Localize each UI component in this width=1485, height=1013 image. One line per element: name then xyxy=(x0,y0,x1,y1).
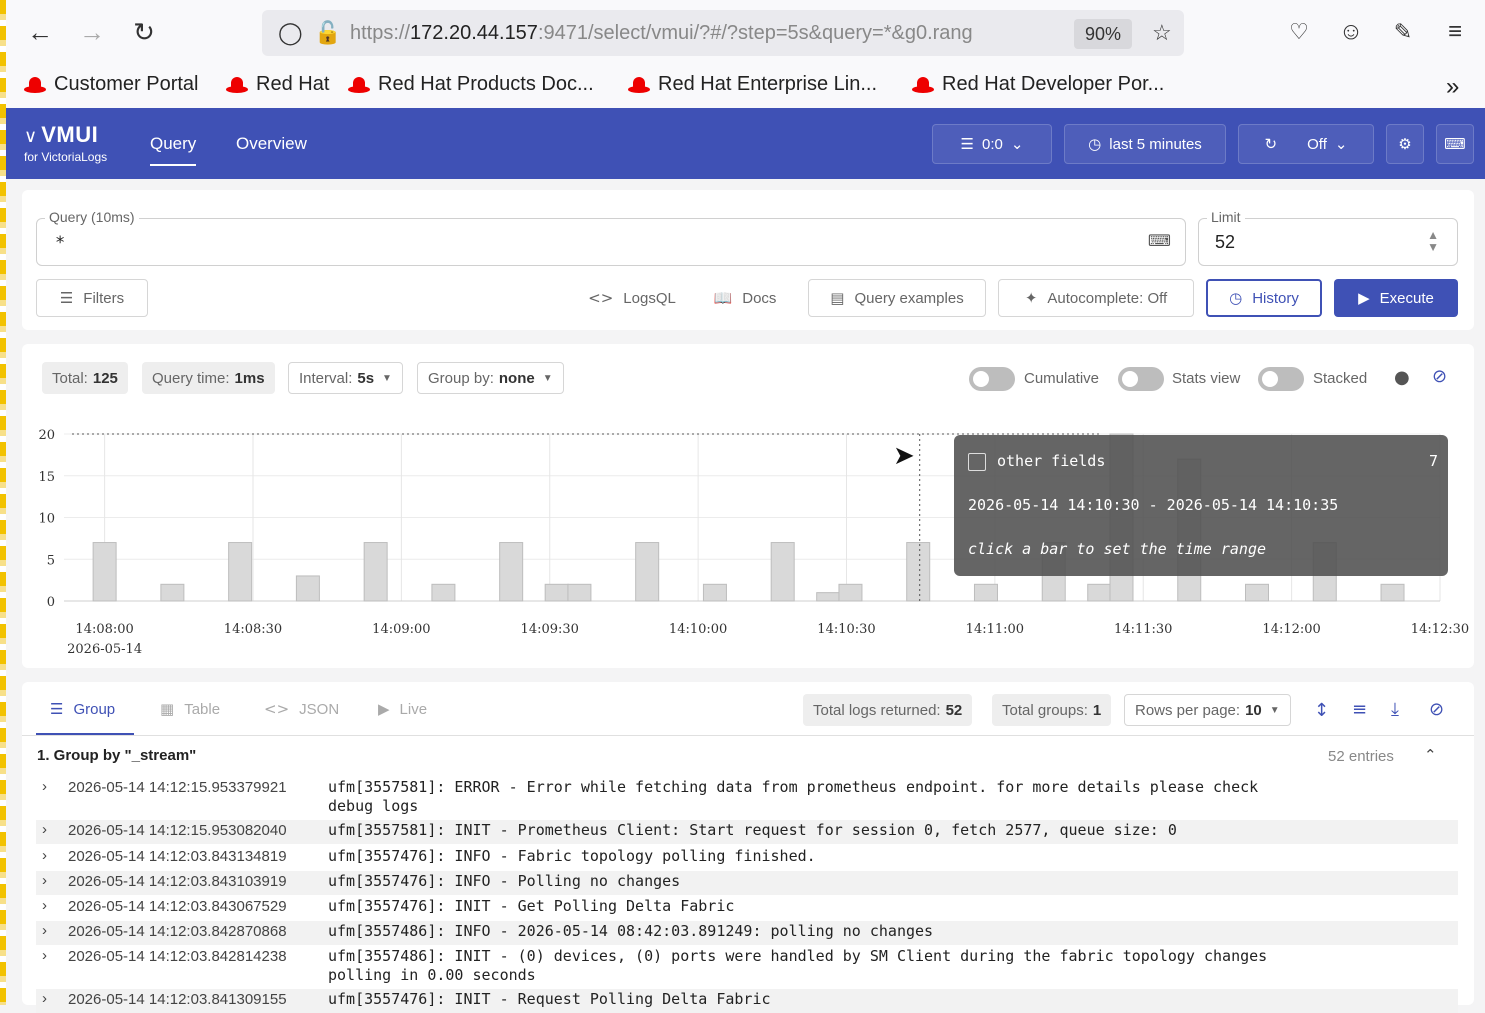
chart-bar xyxy=(702,583,727,602)
collapse-all-icon[interactable]: ↕ xyxy=(1314,700,1329,721)
chart-bar xyxy=(1245,583,1270,602)
chart-bar xyxy=(1380,583,1405,602)
chevron-up-icon[interactable]: ⌃ xyxy=(1424,746,1437,764)
x-tick-label: 14:10:00 xyxy=(669,622,727,637)
y-tick-label: 15 xyxy=(38,470,55,485)
y-tick-label: 0 xyxy=(47,595,55,610)
chevron-right-icon[interactable]: › xyxy=(42,778,47,795)
tab-group[interactable]: ☰ Group xyxy=(50,700,115,718)
tab-json[interactable]: <> JSON xyxy=(264,700,339,718)
code-icon: <> xyxy=(264,700,290,718)
chart-bar xyxy=(770,542,795,602)
y-tick-label: 20 xyxy=(38,428,55,443)
play-icon: ▶ xyxy=(378,700,390,718)
chevron-right-icon[interactable]: › xyxy=(42,897,47,914)
group-list-icon: ☰ xyxy=(50,700,64,718)
tab-live[interactable]: ▶ Live xyxy=(378,700,427,718)
y-tick-label: 10 xyxy=(38,512,55,527)
x-date-label: 2026-05-14 xyxy=(67,642,142,657)
chart-bar xyxy=(973,583,998,602)
display-settings-icon[interactable]: ≡ xyxy=(1352,699,1367,720)
chart-bar xyxy=(363,542,388,602)
chevron-right-icon[interactable]: › xyxy=(42,990,47,1007)
x-tick-label: 14:09:00 xyxy=(372,622,430,637)
tab-table[interactable]: ▦ Table xyxy=(160,700,220,718)
chart-bar xyxy=(228,542,253,602)
chart-bar xyxy=(635,542,660,602)
tooltip-series: other fields xyxy=(997,452,1106,470)
x-tick-label: 14:11:30 xyxy=(1114,622,1172,637)
y-tick-label: 5 xyxy=(47,553,55,568)
total-logs-chip: Total logs returned: 52 xyxy=(803,694,973,726)
log-row[interactable]: › 2026-05-14 14:12:03.842870868 ufm[355748… xyxy=(36,921,1458,945)
x-tick-label: 14:09:30 xyxy=(521,622,579,637)
x-tick-label: 14:12:30 xyxy=(1411,622,1469,637)
hide-panel-icon[interactable]: ⊘ xyxy=(1429,699,1444,720)
chevron-right-icon[interactable]: › xyxy=(42,872,47,889)
chart-bar xyxy=(816,592,841,602)
chevron-right-icon[interactable]: › xyxy=(42,947,47,964)
divider xyxy=(22,735,1474,736)
x-tick-label: 14:12:00 xyxy=(1262,622,1320,637)
download-icon[interactable]: ⤓ xyxy=(1391,699,1399,720)
tooltip-value: 7 xyxy=(1428,452,1438,470)
chart-bar xyxy=(295,575,320,602)
total-groups-chip: Total groups: 1 xyxy=(992,694,1112,726)
chart-bar xyxy=(92,542,117,602)
log-row[interactable]: › 2026-05-14 14:12:03.842814238 ufm[355748… xyxy=(36,946,1458,988)
series-checkbox[interactable] xyxy=(968,453,986,471)
chart-bar xyxy=(838,583,863,602)
chart-bar xyxy=(1087,583,1112,602)
rows-per-page-selector[interactable]: Rows per page: 10 ▼ xyxy=(1124,694,1291,726)
chart-bar xyxy=(544,583,569,602)
x-tick-label: 14:11:00 xyxy=(966,622,1024,637)
chart-bar xyxy=(160,583,185,602)
caret-down-icon: ▼ xyxy=(1269,704,1280,716)
group-entries-count: 52 entries xyxy=(1328,748,1394,765)
log-row[interactable]: › 2026-05-14 14:12:15.953082040 ufm[355758… xyxy=(36,820,1458,844)
log-row[interactable]: › 2026-05-14 14:12:15.953379921 ufm[355758… xyxy=(36,777,1458,817)
chart-bar xyxy=(431,583,456,602)
x-tick-label: 14:10:30 xyxy=(817,622,875,637)
table-icon: ▦ xyxy=(160,700,175,718)
chevron-right-icon[interactable]: › xyxy=(42,821,47,838)
group-title: 1. Group by "_stream" xyxy=(37,747,197,764)
chart-bar xyxy=(567,583,592,602)
chevron-right-icon[interactable]: › xyxy=(42,922,47,939)
chart-bar xyxy=(906,542,931,602)
chevron-right-icon[interactable]: › xyxy=(42,847,47,864)
log-row[interactable]: › 2026-05-14 14:12:03.843134819 ufm[355747… xyxy=(36,846,1458,870)
chart-tooltip: other fields 7 2026-05-14 14:10:30 - 202… xyxy=(954,435,1448,576)
mouse-cursor: ➤ xyxy=(893,440,915,470)
log-row[interactable]: › 2026-05-14 14:12:03.843067529 ufm[355747… xyxy=(36,896,1458,920)
x-tick-label: 14:08:00 xyxy=(75,622,133,637)
log-row[interactable]: › 2026-05-14 14:12:03.843103919 ufm[355747… xyxy=(36,871,1458,895)
tooltip-range: 2026-05-14 14:10:30 - 2026-05-14 14:10:3… xyxy=(968,496,1339,514)
log-row[interactable]: › 2026-05-14 14:12:03.841309155 ufm[355747… xyxy=(36,989,1458,1013)
tooltip-hint: click a bar to set the time range xyxy=(968,540,1267,558)
chart-bar xyxy=(499,542,524,602)
x-tick-label: 14:08:30 xyxy=(224,622,282,637)
